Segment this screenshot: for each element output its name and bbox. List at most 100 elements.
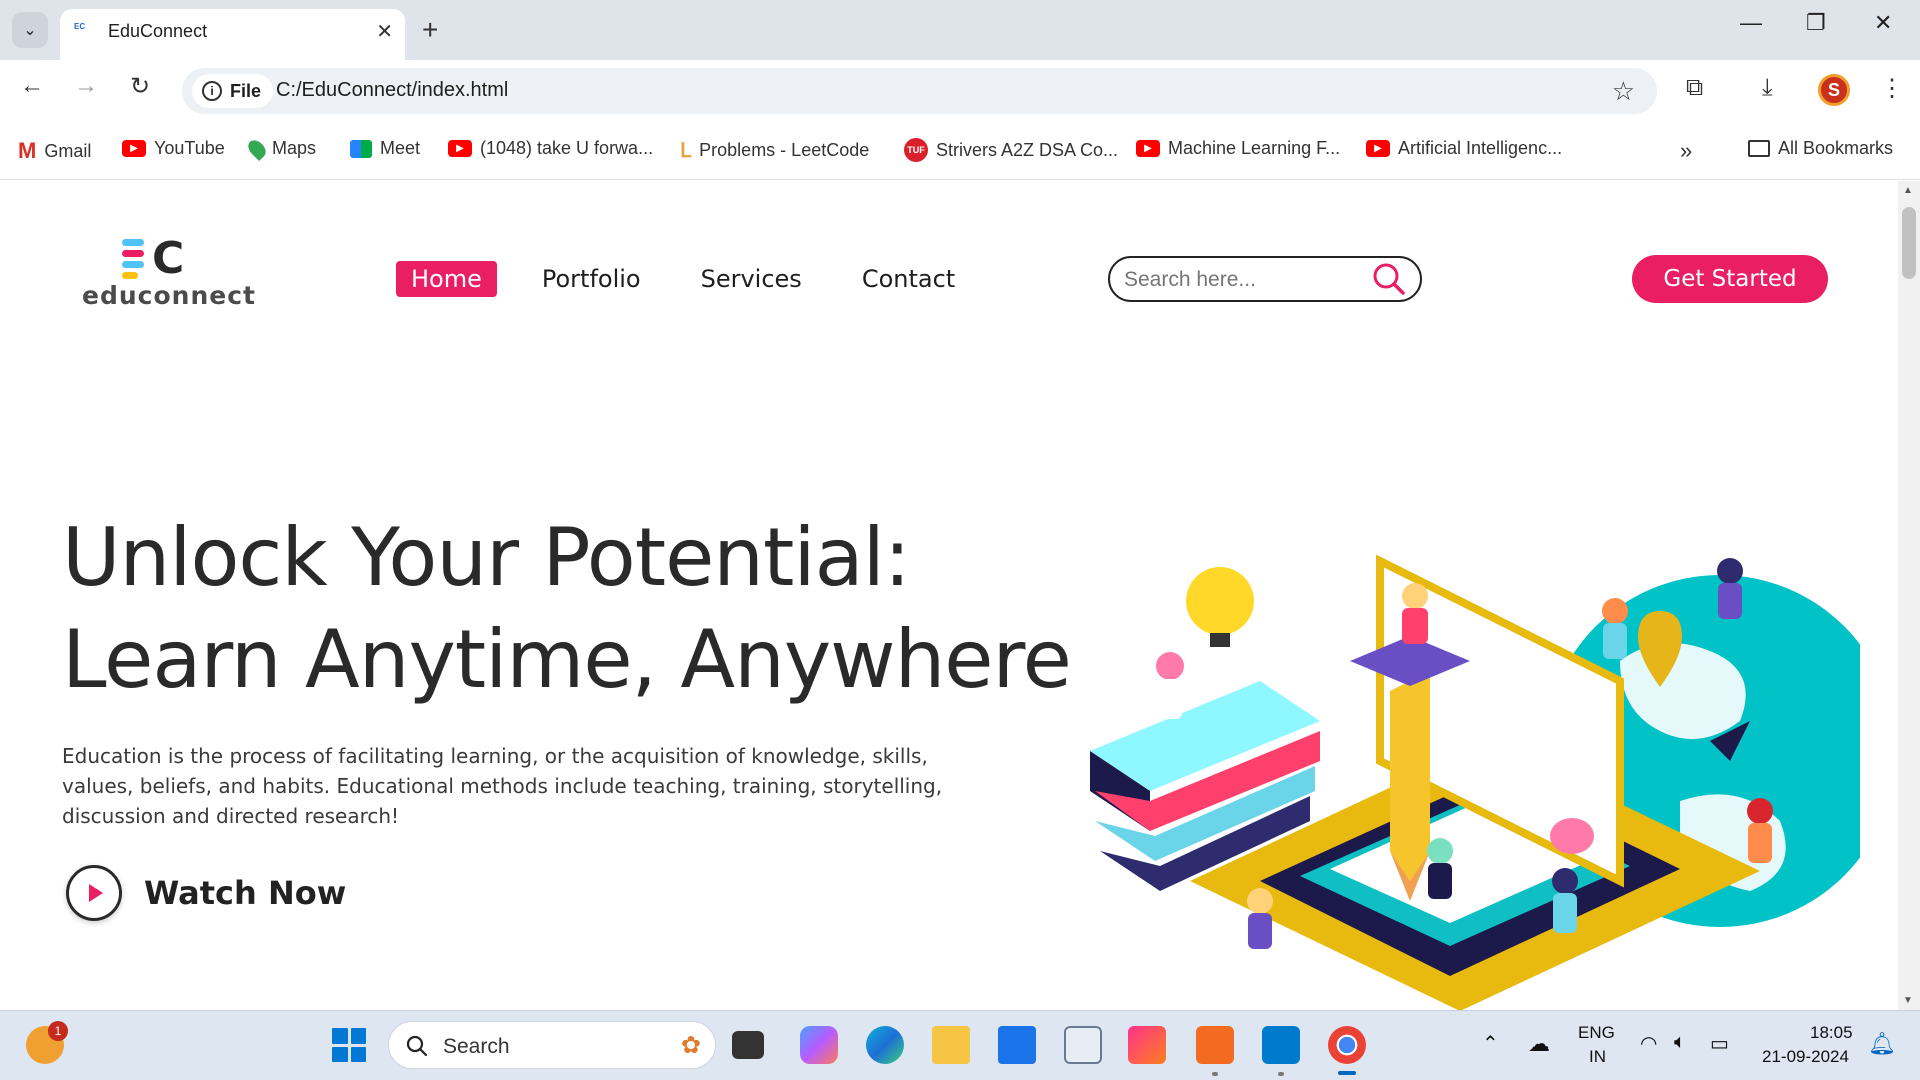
more-bookmarks-icon[interactable]: » (1680, 138, 1692, 164)
logo-bar (122, 261, 144, 268)
close-icon[interactable]: ✕ (376, 19, 393, 44)
person-body (1158, 679, 1182, 719)
person-body (1748, 823, 1772, 863)
menu-kebab-icon[interactable]: ⋮ (1880, 74, 1904, 103)
watch-now-label: Watch Now (144, 874, 347, 912)
hero-title: Unlock Your Potential: Learn Anytime, An… (62, 507, 1072, 711)
scroll-down-icon[interactable]: ▼ (1903, 995, 1913, 1006)
bookmark-star-icon[interactable]: ☆ (1612, 76, 1635, 107)
taskbar-search-label: Search (443, 1035, 510, 1058)
all-bookmarks[interactable]: All Bookmarks (1748, 138, 1893, 159)
bookmark-label: Machine Learning F... (1168, 138, 1341, 158)
nav-home[interactable]: Home (396, 261, 497, 297)
bookmark-strivers[interactable]: TUF Strivers A2Z DSA Co... (904, 138, 1118, 162)
person-head (1247, 888, 1273, 914)
active-indicator (1338, 1071, 1356, 1075)
address-bar[interactable]: i File C:/EduConnect/index.html ☆ (182, 68, 1657, 114)
person-head (1402, 583, 1428, 609)
tuf-icon: TUF (904, 138, 928, 162)
back-icon[interactable]: ← (14, 72, 50, 100)
task-view-icon[interactable] (732, 1031, 764, 1059)
pencil-body (1390, 671, 1430, 881)
youtube-icon: ▶ (1366, 140, 1390, 157)
python-file-icon[interactable] (1064, 1026, 1102, 1064)
running-indicator (1278, 1072, 1284, 1076)
xampp-icon[interactable] (1196, 1026, 1234, 1064)
notification-badge: 1 (48, 1021, 68, 1041)
browser-tab[interactable]: EC EduConnect ✕ (60, 9, 405, 60)
lang-line2[interactable]: IN (1589, 1047, 1606, 1067)
windows-start-icon[interactable] (332, 1028, 366, 1062)
volume-icon[interactable]: 🔈︎ (1674, 1031, 1686, 1054)
profile-avatar[interactable]: S (1818, 74, 1850, 106)
url-text[interactable]: C:/EduConnect/index.html (276, 79, 508, 102)
bookmark-maps[interactable]: Maps (244, 136, 317, 161)
site-search-input[interactable] (1124, 266, 1364, 294)
person-head (1747, 798, 1773, 824)
bookmark-meet[interactable]: Meet (350, 138, 420, 159)
clock-time[interactable]: 18:05 (1810, 1023, 1853, 1043)
tab-favicon: EC (74, 22, 86, 31)
hero-title-line1: Unlock Your Potential: (62, 511, 911, 604)
search-icon[interactable] (1372, 262, 1406, 296)
bookmark-label: Maps (272, 138, 317, 158)
restore-icon[interactable]: ❐ (1806, 10, 1826, 36)
onedrive-icon[interactable]: ☁ (1528, 1031, 1550, 1057)
tab-search-button[interactable]: ⌄ (12, 12, 48, 48)
person-head (1156, 652, 1184, 680)
taskbar-search[interactable]: Search ✿ (388, 1021, 716, 1069)
nav-portfolio[interactable]: Portfolio (527, 261, 656, 297)
file-explorer-icon[interactable] (932, 1026, 970, 1064)
all-bookmarks-label: All Bookmarks (1778, 138, 1894, 158)
extensions-icon[interactable]: ⧉ (1686, 74, 1703, 102)
tab-title: EduConnect (108, 21, 208, 41)
scroll-up-icon[interactable]: ▲ (1903, 185, 1913, 196)
page-scrollbar[interactable]: ▲ ▼ (1898, 181, 1920, 1010)
person-head (1427, 838, 1453, 864)
maps-icon (244, 136, 270, 161)
logo-letter: C (152, 233, 185, 284)
folder-icon (1748, 140, 1770, 157)
bookmark-leetcode[interactable]: ᒪ Problems - LeetCode (680, 138, 869, 163)
running-indicator (1212, 1072, 1218, 1076)
bookmark-label: Strivers A2Z DSA Co... (936, 139, 1119, 160)
edge-icon[interactable] (866, 1026, 904, 1064)
scroll-thumb[interactable] (1902, 207, 1916, 279)
hero-title-line2: Learn Anytime, Anywhere (62, 613, 1072, 706)
chevron-up-icon[interactable]: ⌃ (1482, 1031, 1499, 1056)
copilot-icon[interactable] (800, 1026, 838, 1064)
mail-icon[interactable] (998, 1026, 1036, 1064)
browser-toolbar: ← → ↻ i File C:/EduConnect/index.html ☆ … (0, 60, 1920, 120)
bookmark-take-u-forward[interactable]: ▶ (1048) take U forwa... (448, 138, 653, 159)
chrome-icon[interactable] (1328, 1026, 1366, 1064)
intellij-icon[interactable] (1128, 1026, 1166, 1064)
lang-line1[interactable]: ENG (1578, 1023, 1615, 1043)
bookmark-machine-learning[interactable]: ▶ Machine Learning F... (1136, 138, 1340, 159)
nav-services[interactable]: Services (686, 261, 817, 297)
vscode-icon[interactable] (1262, 1026, 1300, 1064)
watch-now-button[interactable]: Watch Now (66, 865, 346, 921)
get-started-button[interactable]: Get Started (1632, 255, 1828, 303)
youtube-icon: ▶ (448, 140, 472, 157)
bookmark-youtube[interactable]: ▶ YouTube (122, 138, 225, 159)
notification-bell-icon[interactable]: 🔔︎ (1868, 1031, 1896, 1057)
person-head (1552, 868, 1578, 894)
download-icon[interactable]: ⤓ (1762, 74, 1773, 102)
battery-icon[interactable]: ▭ (1710, 1031, 1729, 1056)
bookmark-ai[interactable]: ▶ Artificial Intelligenc... (1366, 138, 1562, 159)
forward-icon[interactable]: → (68, 72, 104, 100)
bookmark-gmail[interactable]: M Gmail (18, 138, 91, 164)
bookmark-label: Artificial Intelligenc... (1398, 138, 1563, 158)
reload-icon[interactable]: ↻ (122, 72, 158, 101)
clock-date[interactable]: 21-09-2024 (1762, 1047, 1849, 1067)
youtube-icon: ▶ (1136, 140, 1160, 157)
new-tab-button[interactable]: + (422, 14, 438, 46)
minimize-icon[interactable]: — (1740, 10, 1762, 36)
window-close-icon[interactable]: ✕ (1874, 10, 1892, 36)
nav-contact[interactable]: Contact (847, 261, 970, 297)
site-logo[interactable]: C educonnect (82, 233, 255, 310)
wifi-icon[interactable]: ◠ (1640, 1031, 1657, 1056)
bookmark-label: Meet (380, 138, 421, 158)
site-info-chip[interactable]: i File (192, 74, 274, 108)
play-icon (66, 865, 122, 921)
